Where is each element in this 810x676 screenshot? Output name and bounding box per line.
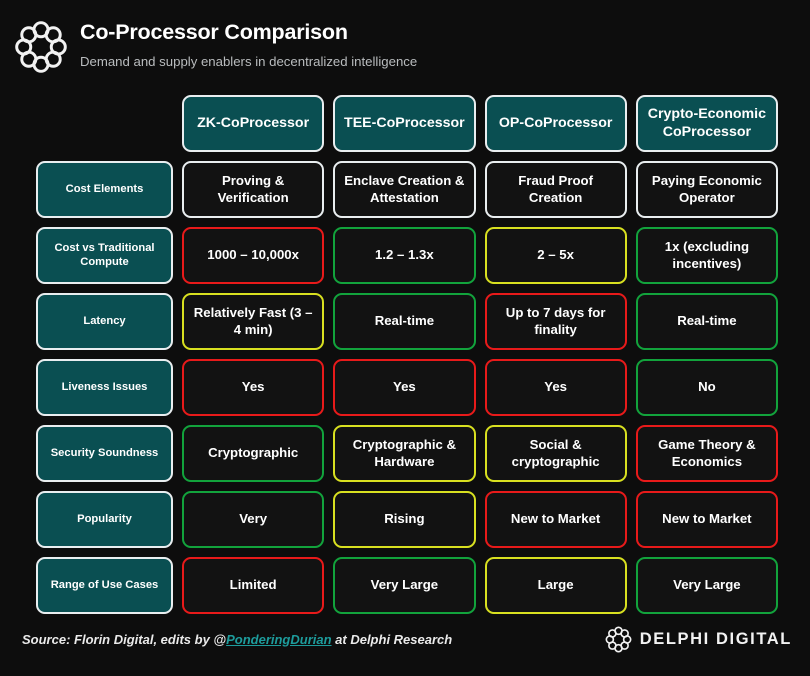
cell-range-of-use-cases-zk-coprocessor: Limited <box>182 557 324 614</box>
table-row: Cost vs Traditional Compute1000 – 10,000… <box>36 227 778 284</box>
row-label-cost-vs-traditional-compute: Cost vs Traditional Compute <box>36 227 173 284</box>
cell-cost-vs-traditional-compute-zk-coprocessor: 1000 – 10,000x <box>182 227 324 284</box>
row-label-latency: Latency <box>36 293 173 350</box>
matrix-corner-spacer <box>36 95 173 152</box>
row-label-range-of-use-cases: Range of Use Cases <box>36 557 173 614</box>
column-header-zk-coprocessor: ZK-CoProcessor <box>182 95 324 152</box>
cell-cost-elements-tee-coprocessor: Enclave Creation & Attestation <box>333 161 475 218</box>
row-label-popularity: Popularity <box>36 491 173 548</box>
cell-cost-elements-op-coprocessor: Fraud Proof Creation <box>485 161 627 218</box>
cell-popularity-zk-coprocessor: Very <box>182 491 324 548</box>
source-suffix: at Delphi Research <box>332 632 453 647</box>
source-attribution: Source: Florin Digital, edits by @Ponder… <box>22 632 452 647</box>
cell-cost-vs-traditional-compute-tee-coprocessor: 1.2 – 1.3x <box>333 227 475 284</box>
delphi-digital-logo: DELPHI DIGITAL <box>605 626 792 653</box>
table-row: Security SoundnessCryptographicCryptogra… <box>36 425 778 482</box>
page-footer: Source: Florin Digital, edits by @Ponder… <box>0 622 810 656</box>
table-row: PopularityVeryRisingNew to MarketNew to … <box>36 491 778 548</box>
table-row: Cost ElementsProving & VerificationEncla… <box>36 161 778 218</box>
cell-latency-tee-coprocessor: Real-time <box>333 293 475 350</box>
cell-popularity-op-coprocessor: New to Market <box>485 491 627 548</box>
table-row: LatencyRelatively Fast (3 – 4 min)Real-t… <box>36 293 778 350</box>
cell-cost-vs-traditional-compute-op-coprocessor: 2 – 5x <box>485 227 627 284</box>
cell-range-of-use-cases-op-coprocessor: Large <box>485 557 627 614</box>
cell-security-soundness-tee-coprocessor: Cryptographic & Hardware <box>333 425 475 482</box>
cell-latency-op-coprocessor: Up to 7 days for finality <box>485 293 627 350</box>
row-label-cost-elements: Cost Elements <box>36 161 173 218</box>
cell-cost-vs-traditional-compute-crypto-economic-coprocessor: 1x (excluding incentives) <box>636 227 778 284</box>
cell-latency-crypto-economic-coprocessor: Real-time <box>636 293 778 350</box>
page-title: Co-Processor Comparison <box>80 20 417 45</box>
cell-liveness-issues-tee-coprocessor: Yes <box>333 359 475 416</box>
cell-liveness-issues-crypto-economic-coprocessor: No <box>636 359 778 416</box>
page-subtitle: Demand and supply enablers in decentrali… <box>80 54 417 70</box>
cell-cost-elements-crypto-economic-coprocessor: Paying Economic Operator <box>636 161 778 218</box>
cell-liveness-issues-op-coprocessor: Yes <box>485 359 627 416</box>
delphi-ring-logo-icon <box>605 626 632 653</box>
cell-popularity-tee-coprocessor: Rising <box>333 491 475 548</box>
matrix-header-row: ZK-CoProcessorTEE-CoProcessorOP-CoProces… <box>36 95 778 152</box>
comparison-matrix: ZK-CoProcessorTEE-CoProcessorOP-CoProces… <box>36 95 778 623</box>
delphi-ring-logo-icon <box>14 20 68 74</box>
row-label-liveness-issues: Liveness Issues <box>36 359 173 416</box>
row-label-security-soundness: Security Soundness <box>36 425 173 482</box>
cell-security-soundness-crypto-economic-coprocessor: Game Theory & Economics <box>636 425 778 482</box>
cell-range-of-use-cases-crypto-economic-coprocessor: Very Large <box>636 557 778 614</box>
delphi-digital-wordmark: DELPHI DIGITAL <box>640 630 792 649</box>
cell-liveness-issues-zk-coprocessor: Yes <box>182 359 324 416</box>
table-row: Range of Use CasesLimitedVery LargeLarge… <box>36 557 778 614</box>
column-header-tee-coprocessor: TEE-CoProcessor <box>333 95 475 152</box>
cell-cost-elements-zk-coprocessor: Proving & Verification <box>182 161 324 218</box>
table-row: Liveness IssuesYesYesYesNo <box>36 359 778 416</box>
cell-range-of-use-cases-tee-coprocessor: Very Large <box>333 557 475 614</box>
source-prefix: Source: Florin Digital, edits by @ <box>22 632 226 647</box>
header-text-block: Co-Processor Comparison Demand and suppl… <box>68 16 417 70</box>
source-handle-link[interactable]: PonderingDurian <box>226 632 331 647</box>
cell-security-soundness-op-coprocessor: Social & cryptographic <box>485 425 627 482</box>
cell-latency-zk-coprocessor: Relatively Fast (3 – 4 min) <box>182 293 324 350</box>
cell-security-soundness-zk-coprocessor: Cryptographic <box>182 425 324 482</box>
cell-popularity-crypto-economic-coprocessor: New to Market <box>636 491 778 548</box>
page-header: Co-Processor Comparison Demand and suppl… <box>0 0 810 90</box>
column-header-crypto-economic-coprocessor: Crypto-Economic CoProcessor <box>636 95 778 152</box>
column-header-op-coprocessor: OP-CoProcessor <box>485 95 627 152</box>
